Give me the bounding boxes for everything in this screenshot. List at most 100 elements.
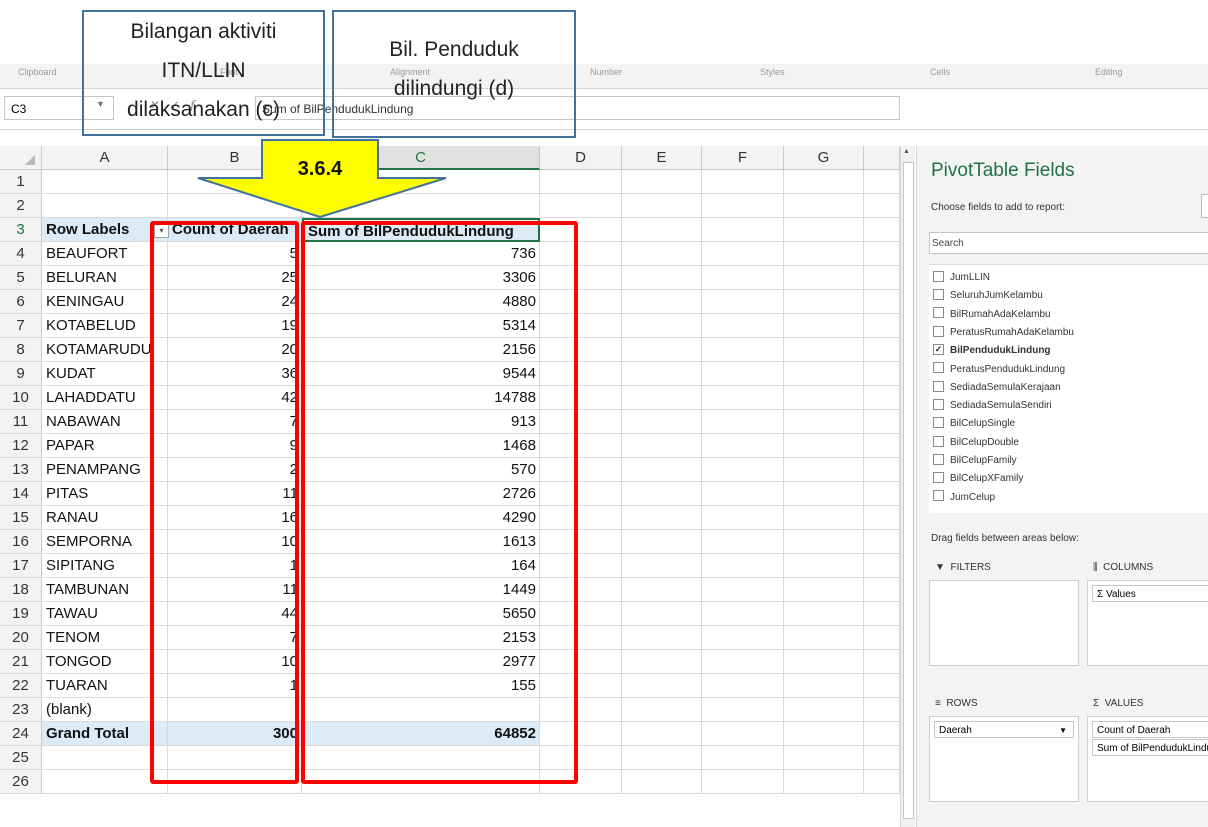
checkbox[interactable] [933, 435, 944, 447]
checkbox[interactable] [933, 270, 944, 282]
row-header[interactable]: 3 [0, 218, 42, 242]
row-header[interactable]: 7 [0, 314, 42, 338]
empty-cell[interactable] [864, 602, 900, 626]
field-item[interactable]: PeratusPendudukLindung [933, 361, 1065, 379]
empty-cell[interactable] [702, 170, 784, 194]
empty-cell[interactable] [784, 386, 864, 410]
row-header[interactable]: 10 [0, 386, 42, 410]
column-header-h[interactable] [864, 146, 900, 170]
empty-cell[interactable] [702, 698, 784, 722]
empty-cell[interactable] [622, 170, 702, 194]
row-header[interactable]: 15 [0, 506, 42, 530]
empty-cell[interactable] [622, 722, 702, 746]
checkbox[interactable]: ✓ [933, 344, 944, 356]
empty-cell[interactable] [784, 266, 864, 290]
field-item[interactable]: PeratusRumahAdaKelambu [933, 324, 1074, 342]
empty-cell[interactable] [784, 746, 864, 770]
empty-cell[interactable] [540, 194, 622, 218]
column-header-g[interactable]: G [784, 146, 864, 170]
column-header-e[interactable]: E [622, 146, 702, 170]
scroll-thumb[interactable] [903, 162, 914, 819]
column-header-f[interactable]: F [702, 146, 784, 170]
row-header[interactable]: 6 [0, 290, 42, 314]
empty-cell[interactable] [702, 554, 784, 578]
empty-cell[interactable] [864, 626, 900, 650]
empty-cell[interactable] [702, 410, 784, 434]
empty-cell[interactable] [864, 386, 900, 410]
row-header[interactable]: 26 [0, 770, 42, 794]
vertical-scrollbar[interactable]: ▲ [900, 146, 915, 827]
empty-cell[interactable] [864, 578, 900, 602]
empty-cell[interactable] [864, 338, 900, 362]
row-header[interactable]: 12 [0, 434, 42, 458]
empty-cell[interactable] [702, 578, 784, 602]
field-item[interactable]: BilCelupFamily [933, 452, 1017, 470]
field-item[interactable]: BilCelupDouble [933, 434, 1019, 452]
field-item[interactable]: BilRumahAdaKelambu [933, 306, 1051, 324]
empty-cell[interactable] [702, 674, 784, 698]
empty-cell[interactable] [702, 650, 784, 674]
empty-cell[interactable] [702, 242, 784, 266]
row-header[interactable]: 11 [0, 410, 42, 434]
empty-cell[interactable] [622, 458, 702, 482]
empty-cell[interactable] [702, 530, 784, 554]
empty-cell[interactable] [784, 458, 864, 482]
empty-cell[interactable] [622, 338, 702, 362]
empty-cell[interactable] [784, 218, 864, 242]
empty-cell[interactable] [622, 578, 702, 602]
empty-cell[interactable] [702, 746, 784, 770]
values-item-sum[interactable]: Sum of BilPendudukLindung [1092, 739, 1208, 756]
empty-cell[interactable] [622, 314, 702, 338]
field-search-input[interactable]: Search [929, 232, 1208, 254]
checkbox[interactable] [933, 362, 944, 374]
empty-cell[interactable] [784, 578, 864, 602]
empty-cell[interactable] [622, 554, 702, 578]
empty-cell[interactable] [784, 410, 864, 434]
field-item[interactable]: SediadaSemulaSendiri [933, 397, 1052, 415]
row-header[interactable]: 25 [0, 746, 42, 770]
row-header[interactable]: 22 [0, 674, 42, 698]
empty-cell[interactable] [784, 530, 864, 554]
empty-cell[interactable] [864, 482, 900, 506]
empty-cell[interactable] [622, 194, 702, 218]
row-header[interactable]: 20 [0, 626, 42, 650]
empty-cell[interactable] [702, 482, 784, 506]
empty-cell[interactable] [622, 650, 702, 674]
checkbox[interactable] [933, 307, 944, 319]
empty-cell[interactable] [784, 602, 864, 626]
empty-cell[interactable] [784, 506, 864, 530]
empty-cell[interactable] [784, 482, 864, 506]
empty-cell[interactable] [864, 194, 900, 218]
empty-cell[interactable] [702, 626, 784, 650]
filters-area[interactable]: ▼ FILTERS [929, 556, 1079, 666]
empty-cell[interactable] [864, 722, 900, 746]
row-header[interactable]: 1 [0, 170, 42, 194]
checkbox[interactable] [933, 453, 944, 465]
values-item-count[interactable]: Count of Daerah [1092, 721, 1208, 738]
empty-cell[interactable] [622, 266, 702, 290]
empty-cell[interactable] [864, 170, 900, 194]
empty-cell[interactable] [784, 554, 864, 578]
empty-cell[interactable] [864, 554, 900, 578]
empty-cell[interactable] [622, 482, 702, 506]
empty-cell[interactable] [702, 266, 784, 290]
row-header[interactable]: 5 [0, 266, 42, 290]
filters-drop-zone[interactable] [929, 580, 1079, 666]
empty-cell[interactable] [864, 362, 900, 386]
empty-cell[interactable] [702, 458, 784, 482]
row-header[interactable]: 9 [0, 362, 42, 386]
empty-cell[interactable] [784, 722, 864, 746]
empty-cell[interactable] [622, 626, 702, 650]
row-header[interactable]: 8 [0, 338, 42, 362]
empty-cell[interactable] [622, 218, 702, 242]
empty-cell[interactable] [702, 602, 784, 626]
empty-cell[interactable] [864, 698, 900, 722]
checkbox[interactable] [933, 472, 944, 484]
row-header[interactable]: 23 [0, 698, 42, 722]
empty-cell[interactable] [864, 266, 900, 290]
empty-cell[interactable] [702, 506, 784, 530]
empty-cell[interactable] [702, 434, 784, 458]
empty-cell[interactable] [784, 626, 864, 650]
empty-cell[interactable] [864, 458, 900, 482]
empty-cell[interactable] [864, 746, 900, 770]
